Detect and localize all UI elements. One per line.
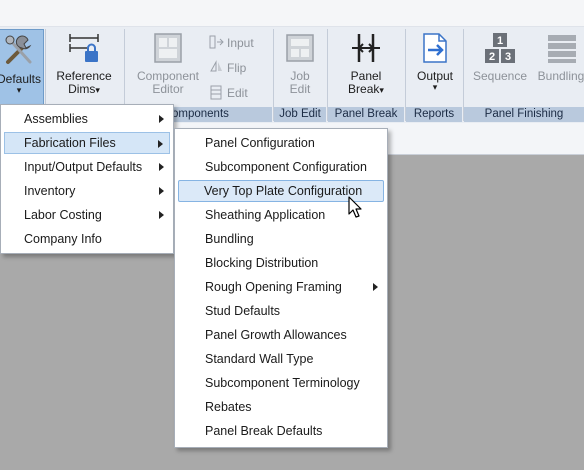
component-editor-icon (154, 33, 182, 63)
reference-dims-label-1: Reference (56, 69, 112, 83)
flip-button[interactable]: Flip (208, 58, 246, 78)
svg-text:2: 2 (489, 51, 495, 63)
chevron-down-icon: ▾ (379, 85, 384, 95)
mouse-cursor-icon (348, 196, 362, 218)
menu-item-assemblies[interactable]: Assemblies (4, 108, 170, 130)
reference-dims-icon (69, 34, 99, 62)
panel-break-label-2: Break (348, 82, 380, 96)
menu-item-label: Stud Defaults (205, 304, 281, 318)
reports-group: Output ▾ Reports (406, 27, 462, 123)
job-edit-icon (286, 34, 314, 62)
menu-item-label: Inventory (24, 184, 76, 198)
menu-item-label: Input/Output Defaults (24, 160, 143, 174)
menu-item-company-info[interactable]: Company Info (4, 228, 170, 250)
menu-item-label: Subcomponent Terminology (205, 376, 360, 390)
menu-item-rebates[interactable]: Rebates (178, 396, 384, 418)
menu-item-panel-break-defaults[interactable]: Panel Break Defaults (178, 420, 384, 442)
menu-item-inventory[interactable]: Inventory (4, 180, 170, 202)
menu-item-label: Panel Break Defaults (205, 424, 323, 438)
svg-text:3: 3 (505, 51, 511, 63)
input-icon (209, 35, 224, 49)
menu-item-label: Sheathing Application (205, 208, 326, 222)
component-editor-button[interactable]: Component Editor (132, 31, 204, 105)
submenu-arrow-icon (158, 140, 163, 148)
menu-item-label: Subcomponent Configuration (205, 160, 367, 174)
menu-item-panel-configuration[interactable]: Panel Configuration (178, 132, 384, 154)
bundling-button[interactable]: Bundling (534, 31, 584, 105)
menu-item-label: Company Info (24, 232, 102, 246)
reference-dims-button[interactable]: Reference Dims▾ (52, 31, 116, 105)
edit-icon (210, 85, 222, 100)
bundling-icon (548, 35, 576, 63)
edit-label: Edit (227, 86, 248, 100)
title-strip (0, 0, 584, 27)
menu-item-label: Blocking Distribution (205, 256, 319, 270)
menu-item-stud-defaults[interactable]: Stud Defaults (178, 300, 384, 322)
defaults-menu: Assemblies Fabrication Files Input/Outpu… (0, 104, 174, 254)
menu-item-standard-wall-type[interactable]: Standard Wall Type (178, 348, 384, 370)
menu-item-label: Very Top Plate Configuration (204, 184, 363, 198)
sequence-icon: 1 2 3 (485, 33, 515, 63)
menu-item-panel-growth-allowances[interactable]: Panel Growth Allowances (178, 324, 384, 346)
chevron-down-icon: ▾ (16, 85, 22, 95)
reports-group-label: Reports (406, 107, 462, 122)
submenu-arrow-icon (159, 211, 164, 219)
component-editor-label-1: Component (136, 69, 200, 83)
panel-break-group: Panel Break▾ Panel Break (328, 27, 404, 123)
panel-break-icon (352, 34, 380, 62)
panel-finishing-group-label: Panel Finishing (464, 107, 584, 122)
menu-item-labor-costing[interactable]: Labor Costing (4, 204, 170, 226)
job-edit-group: Job Edit Job Edit (274, 27, 326, 123)
menu-item-label: Rough Opening Framing (205, 280, 342, 294)
menu-item-label: Bundling (205, 232, 254, 246)
chevron-down-icon: ▾ (432, 82, 438, 92)
menu-item-subcomponent-configuration[interactable]: Subcomponent Configuration (178, 156, 384, 178)
submenu-arrow-icon (159, 163, 164, 171)
menu-item-bundling[interactable]: Bundling (178, 228, 384, 250)
fabrication-files-submenu: Panel Configuration Subcomponent Configu… (174, 128, 388, 448)
output-icon (423, 33, 447, 63)
input-label: Input (227, 36, 254, 50)
menu-item-label: Labor Costing (24, 208, 102, 222)
input-button[interactable]: Input (208, 33, 254, 53)
submenu-arrow-icon (373, 283, 378, 291)
edit-button[interactable]: Edit (208, 83, 248, 103)
menu-item-fabrication-files[interactable]: Fabrication Files (4, 132, 170, 154)
output-label: Output (416, 69, 454, 83)
job-edit-label-1: Job (290, 69, 310, 83)
job-edit-group-label: Job Edit (274, 107, 326, 122)
component-editor-label-2: Editor (152, 82, 184, 96)
menu-item-label: Rebates (205, 400, 252, 414)
menu-item-input-output-defaults[interactable]: Input/Output Defaults (4, 156, 170, 178)
menu-item-label: Fabrication Files (24, 136, 116, 150)
flip-icon (210, 60, 222, 72)
menu-item-subcomponent-terminology[interactable]: Subcomponent Terminology (178, 372, 384, 394)
menu-item-label: Assemblies (24, 112, 88, 126)
defaults-button[interactable]: Defaults ▾ (0, 29, 44, 105)
flip-label: Flip (227, 61, 247, 75)
menu-item-blocking-distribution[interactable]: Blocking Distribution (178, 252, 384, 274)
job-edit-button[interactable]: Job Edit (278, 31, 322, 105)
submenu-arrow-icon (159, 187, 164, 195)
svg-text:1: 1 (497, 35, 503, 47)
menu-item-rough-opening-framing[interactable]: Rough Opening Framing (178, 276, 384, 298)
output-button[interactable]: Output ▾ (410, 31, 460, 105)
menu-item-label: Panel Growth Allowances (205, 328, 347, 342)
panel-finishing-group: 1 2 3 Sequence Bundling Panel Finishing (464, 27, 584, 123)
panel-break-button[interactable]: Panel Break▾ (338, 31, 394, 105)
chevron-down-icon: ▾ (95, 85, 100, 95)
panel-break-label-1: Panel (350, 69, 382, 83)
menu-item-label: Panel Configuration (205, 136, 315, 150)
job-edit-label-2: Edit (289, 82, 311, 96)
bundling-label: Bundling (537, 69, 584, 83)
sequence-button[interactable]: 1 2 3 Sequence (470, 31, 530, 105)
reference-dims-label-2: Dims (68, 82, 96, 96)
defaults-label: Defaults (0, 72, 42, 86)
panel-break-group-label: Panel Break (328, 107, 404, 122)
menu-item-label: Standard Wall Type (205, 352, 314, 366)
submenu-arrow-icon (159, 115, 164, 123)
sequence-label: Sequence (472, 69, 528, 83)
tools-icon (5, 35, 32, 64)
